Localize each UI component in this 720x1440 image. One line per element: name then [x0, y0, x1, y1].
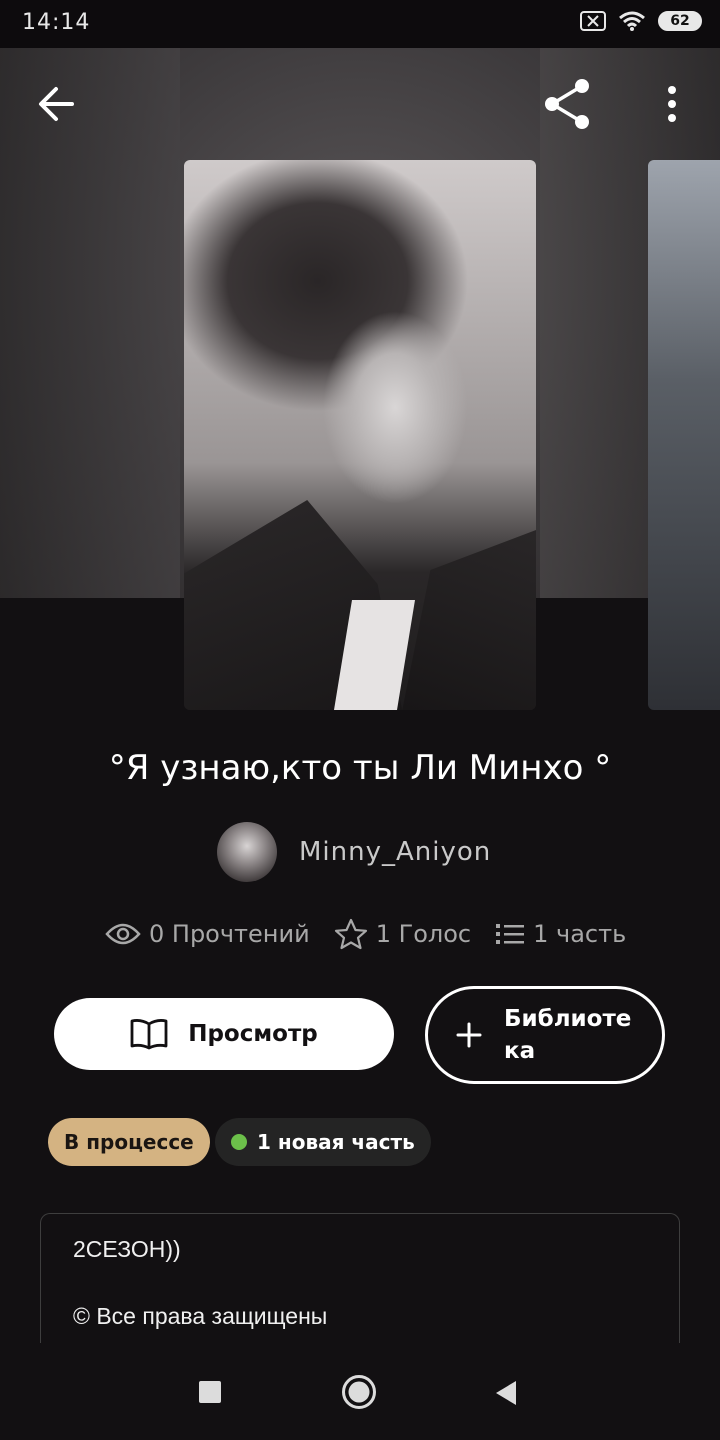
next-story-cover[interactable]	[648, 160, 720, 710]
description-line: © Все права защищены	[73, 1303, 328, 1329]
view-button-label: Просмотр	[188, 1021, 318, 1047]
new-indicator-dot	[231, 1134, 247, 1150]
list-icon	[496, 924, 525, 944]
notification-blocked-icon	[580, 11, 606, 31]
author-name[interactable]: Minny_Aniyon	[299, 837, 491, 867]
more-options-button[interactable]	[658, 78, 686, 134]
votes-count: 1 Голос	[375, 920, 472, 948]
plus-icon	[456, 1022, 482, 1048]
status-bar: 14:14 62	[0, 0, 720, 48]
status-icons: 62	[580, 10, 702, 32]
reads-count: 0 Прочтений	[149, 920, 310, 948]
system-nav-bar	[0, 1343, 720, 1440]
parts-stat[interactable]: 1 часть	[495, 920, 626, 948]
reads-stat: 0 Прочтений	[105, 920, 310, 948]
author-avatar[interactable]	[217, 822, 277, 882]
recents-icon[interactable]	[198, 1380, 222, 1404]
story-title: °Я узнаю,кто ты Ли Минхо °	[108, 748, 612, 788]
new-parts-label: 1 новая часть	[257, 1130, 415, 1154]
author-link[interactable]: Minny_Aniyon	[217, 822, 491, 882]
story-description: 2СЕЗОН)) © Все права защищены	[40, 1213, 680, 1353]
eye-icon	[105, 923, 141, 945]
votes-stat: 1 Голос	[334, 918, 471, 950]
description-line: 2СЕЗОН))	[73, 1236, 181, 1262]
parts-count[interactable]: 1 часть	[533, 920, 626, 948]
add-to-library-button[interactable]: Библиотека	[425, 986, 665, 1084]
backdrop-shade-left	[0, 48, 180, 598]
share-icon	[545, 79, 589, 129]
new-parts-badge: 1 новая часть	[215, 1118, 431, 1166]
story-cover[interactable]	[184, 160, 536, 710]
more-vertical-icon	[668, 86, 676, 122]
arrow-left-icon	[39, 87, 74, 121]
back-nav-icon[interactable]	[494, 1380, 518, 1406]
book-open-icon	[130, 1019, 168, 1050]
story-stats: 0 Прочтений 1 Голос 1 часть	[105, 918, 650, 950]
status-time: 14:14	[22, 10, 91, 35]
view-button[interactable]: Просмотр	[54, 998, 394, 1070]
library-button-label: Библиотека	[504, 1006, 632, 1064]
status-badge: В процессе	[48, 1118, 210, 1166]
wifi-icon	[619, 11, 645, 31]
share-button[interactable]	[540, 78, 596, 134]
back-button[interactable]	[36, 78, 76, 134]
star-icon	[334, 918, 367, 950]
home-icon[interactable]	[341, 1374, 377, 1410]
battery-indicator: 62	[658, 11, 702, 31]
